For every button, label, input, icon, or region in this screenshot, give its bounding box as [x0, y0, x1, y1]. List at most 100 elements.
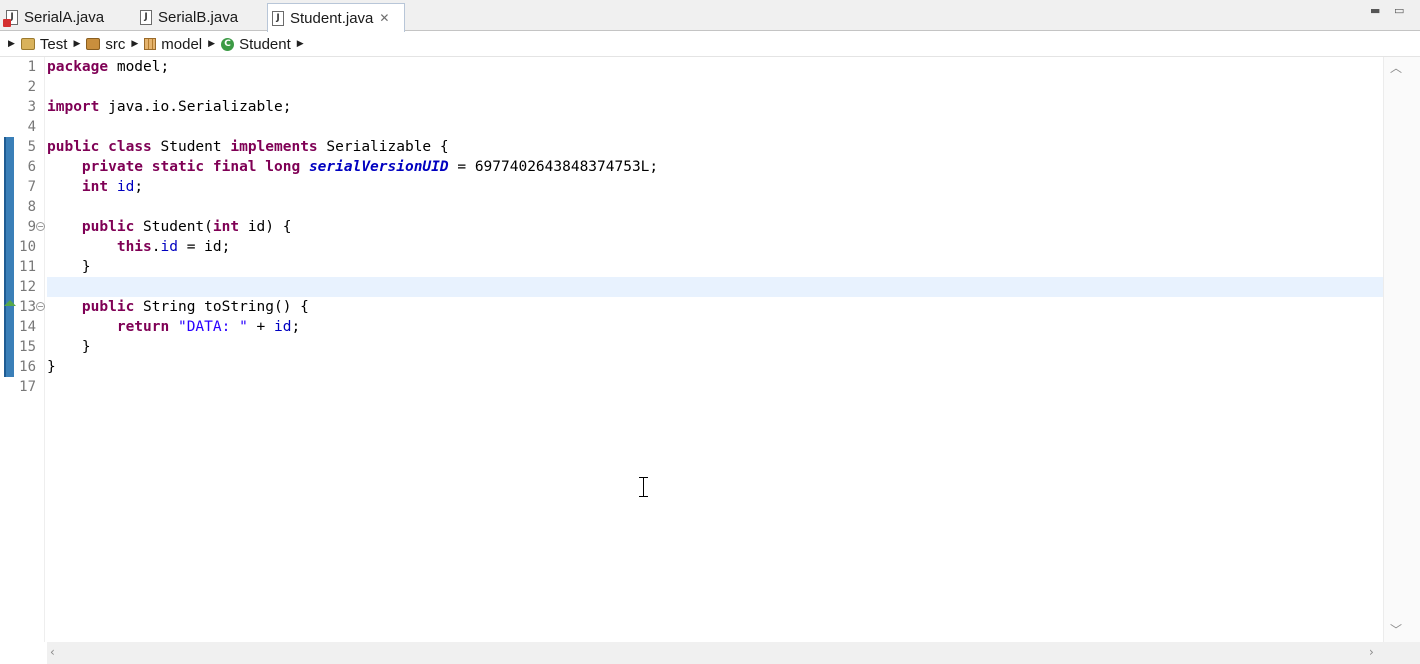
line-number: 13 — [19, 299, 36, 315]
code-token: final — [212, 159, 257, 175]
fold-collapse-icon[interactable]: − — [36, 222, 45, 231]
chevron-right-icon[interactable]: ▶ — [73, 39, 80, 49]
code-token: } — [47, 359, 56, 375]
line-number: 4 — [27, 119, 36, 135]
chevron-right-icon[interactable]: ▶ — [297, 39, 304, 49]
code-token: static — [151, 159, 205, 175]
change-bar — [4, 137, 14, 377]
code-token: = id; — [177, 239, 231, 255]
code-token: Student( — [134, 219, 213, 235]
chevron-right-icon[interactable]: ▶ — [131, 39, 138, 49]
scroll-up-icon[interactable]: ︿ — [1390, 59, 1402, 76]
code-token: model; — [108, 59, 170, 75]
line-number: 6 — [27, 159, 36, 175]
code-token: import — [47, 99, 100, 115]
line-number-gutter: 1 2 3 4 5 6 7 8 9−10 11 12 13−14 15 16 17 — [16, 57, 45, 642]
code-token: public — [47, 139, 100, 155]
code-line: int id; — [47, 177, 143, 197]
line-number: 11 — [19, 259, 36, 275]
code-line: import java.io.Serializable; — [47, 97, 291, 117]
code-line: public Student(int id) { — [47, 217, 292, 237]
code-token: long — [265, 159, 301, 175]
chevron-right-icon[interactable]: ▶ — [208, 39, 215, 49]
code-token: } — [47, 259, 91, 275]
class-icon: C — [221, 37, 235, 51]
code-token: private — [81, 159, 144, 175]
maximize-icon[interactable]: ▭ — [1394, 4, 1404, 17]
scroll-left-icon[interactable]: ‹ — [50, 645, 55, 659]
code-token: Student — [151, 139, 231, 155]
scroll-right-icon[interactable]: › — [1369, 645, 1374, 659]
code-token: java.io.Serializable; — [99, 99, 292, 115]
package-icon — [144, 38, 157, 50]
close-icon[interactable]: ✕ — [379, 11, 389, 25]
breadcrumb: ▶ Test ▶ src ▶ model ▶ C Student ▶ — [0, 32, 1420, 57]
line-number: 7 — [27, 179, 36, 195]
code-token: = 6977402643848374753L; — [448, 159, 659, 175]
scroll-corner — [1383, 642, 1420, 664]
code-token: public — [81, 219, 135, 235]
horizontal-scrollbar[interactable]: ‹ › — [47, 642, 1383, 664]
line-number: 14 — [19, 319, 36, 335]
chevron-right-icon[interactable]: ▶ — [8, 39, 15, 49]
code-token: id — [116, 179, 135, 195]
code-token: ; — [134, 179, 144, 195]
line-number: 10 — [19, 239, 36, 255]
code-line: } — [47, 337, 91, 357]
vertical-scrollbar[interactable]: ︿ ﹀ — [1383, 57, 1420, 642]
code-token: String toString() { — [134, 299, 309, 315]
code-token: public — [81, 299, 135, 315]
tab-label: Student.java — [290, 9, 374, 27]
java-file-icon: J — [140, 9, 152, 25]
java-file-error-icon: J — [3, 9, 18, 27]
code-area[interactable]: package model; import java.io.Serializabl… — [47, 57, 1383, 642]
change-marker-icon — [4, 300, 16, 306]
code-token: return — [116, 319, 170, 335]
minimize-icon[interactable]: ▬ — [1370, 4, 1380, 17]
fold-collapse-icon[interactable]: − — [36, 302, 45, 311]
breadcrumb-item-test[interactable]: Test — [40, 36, 68, 53]
editor-tab-bar: J SerialA.java J SerialB.java J Student.… — [0, 0, 1420, 32]
project-icon — [20, 38, 35, 50]
code-token: int — [81, 179, 109, 195]
change-ruler — [0, 57, 16, 642]
code-line: public String toString() { — [47, 297, 309, 317]
code-token: serialVersionUID — [308, 159, 449, 175]
code-token: id) { — [239, 219, 292, 235]
code-line: } — [47, 357, 56, 377]
code-editor[interactable]: 1 2 3 4 5 6 7 8 9−10 11 12 13−14 15 16 17 package mode… — [0, 57, 1420, 664]
code-line: private static final long serialVersionU… — [47, 157, 658, 177]
breadcrumb-item-src[interactable]: src — [105, 36, 125, 53]
line-number: 17 — [19, 379, 36, 395]
code-token: package — [47, 59, 109, 75]
breadcrumb-item-model[interactable]: model — [161, 36, 202, 53]
code-line: return "DATA: " + id; — [47, 317, 300, 337]
line-number: 16 — [19, 359, 36, 375]
code-token: } — [47, 339, 91, 355]
tab-seriala[interactable]: J SerialA.java — [2, 3, 134, 31]
scroll-down-icon[interactable]: ﹀ — [1390, 621, 1402, 638]
code-token: this — [116, 239, 152, 255]
code-line: } — [47, 257, 91, 277]
code-token: + — [247, 319, 275, 335]
java-file-icon: J — [272, 10, 284, 26]
line-number: 12 — [19, 279, 36, 295]
line-number: 8 — [27, 199, 36, 215]
code-line: package model; — [47, 57, 169, 77]
line-number: 5 — [27, 139, 36, 155]
tab-student[interactable]: J Student.java ✕ — [267, 3, 405, 32]
line-number: 3 — [27, 99, 36, 115]
tab-serialb[interactable]: J SerialB.java — [136, 3, 266, 31]
code-token: implements — [230, 139, 318, 155]
line-number: 2 — [27, 79, 36, 95]
breadcrumb-item-student[interactable]: Student — [239, 36, 291, 53]
